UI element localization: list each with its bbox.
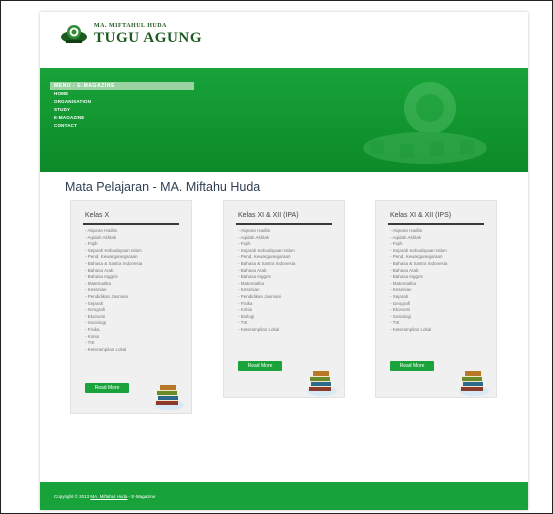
subject-item: - Kesenian [85, 287, 107, 293]
subject-card-kelas-x: Kelas X - Alquran Hadits - Aqidah Akhlak -… [70, 200, 192, 414]
subject-item: - Pendidikan Jasmani [238, 293, 282, 299]
card-divider [388, 223, 484, 225]
card-heading: Kelas XI & XII (IPA) [238, 212, 299, 219]
books-stack-icon [307, 371, 337, 396]
main-menu: MENU - E-MAGAZINE HOME ORGANISATION STUD… [50, 82, 194, 130]
subject-card-kelas-xi-xii-ipa: Kelas XI & XII (IPA) - Alquran Hadits - A… [223, 200, 345, 398]
subject-item: - Biologi [238, 313, 255, 319]
subject-item: - Fisika [85, 326, 100, 332]
school-emblem-watermark [363, 82, 487, 164]
page-title: Mata Pelajaran - MA. Miftahu Huda [65, 180, 261, 194]
subject-item: - Pend. Kewarganegaraan [390, 254, 443, 260]
subject-item: - Sejarah Kebudayaan Islam [390, 247, 447, 253]
subject-item: - Alquran Hadits [238, 228, 271, 233]
menu-item-study[interactable]: STUDY [50, 106, 194, 114]
card-divider [83, 223, 179, 225]
books-stack-icon [154, 385, 184, 410]
subject-item: - Aqidah Akhlak [238, 234, 270, 240]
subject-item: - Matematika [390, 280, 417, 286]
read-more-button[interactable]: Read More [238, 361, 282, 371]
subject-list: - Alquran Hadits - Aqidah Akhlak - Fiqih - … [85, 228, 142, 353]
subject-list: - Alquran Hadits - Aqidah Akhlak - Fiqih - … [238, 228, 295, 334]
subject-item: - Matematika [238, 280, 265, 286]
subject-item: - Sejarah [85, 300, 104, 306]
subject-item: - Bahasa Inggris [85, 274, 118, 280]
subject-item: - Geografi [390, 300, 411, 306]
subject-item: - Bahasa & Sastra Indonesia [390, 260, 448, 266]
footer-site-link[interactable]: MA. Miftahul Huda [90, 494, 127, 499]
subject-item: - Bahasa Arab [85, 267, 114, 273]
footer-suffix: - E-Magazine [128, 494, 156, 499]
subject-item: - Kesenian [390, 287, 412, 293]
card-heading: Kelas X [85, 212, 110, 219]
subject-item: - Aqidah Akhlak [390, 234, 422, 240]
subject-list: - Alquran Hadits - Aqidah Akhlak - Fiqih - … [390, 228, 447, 334]
subject-item: - Bahasa & Sastra Indonesia [85, 260, 143, 266]
subject-item: - Aqidah Akhlak [85, 234, 117, 240]
subject-item: - Sejarah Kebudayaan Islam [238, 247, 295, 253]
footer-text: Copyright © 2013 MA. Miftahul Huda - E-M… [54, 494, 155, 499]
subject-item: - Pend. Kewarganegaraan [238, 254, 291, 260]
menu-item-organisation[interactable]: ORGANISATION [50, 98, 194, 106]
subject-card-kelas-xi-xii-ips: Kelas XI & XII (IPS) - Alquran Hadits - A… [375, 200, 497, 398]
subject-item: - Kimia [85, 333, 100, 339]
read-more-button[interactable]: Read More [85, 383, 129, 393]
subject-item: - Fiqih [85, 241, 98, 247]
school-emblem-icon [61, 25, 87, 43]
header-banner: MENU - E-MAGAZINE HOME ORGANISATION STUD… [40, 68, 528, 172]
subject-item: - Ekonomi [85, 313, 106, 319]
subject-item: - TIK [390, 320, 400, 326]
copyright-text: Copyright © 2013 [54, 494, 90, 499]
books-stack-icon [459, 371, 489, 396]
page-container: MA. MIFTAHUL HUDA TUGU AGUNG MENU - E-MA… [40, 12, 528, 510]
subject-item: - Bahasa Inggris [390, 274, 423, 280]
subject-item: - Alquran Hadits [390, 228, 423, 233]
logo-line-1: MA. MIFTAHUL HUDA [94, 22, 167, 29]
card-heading: Kelas XI & XII (IPS) [390, 212, 452, 219]
subject-item: - Bahasa Arab [238, 267, 267, 273]
subject-item: - Keterampilan Lokal [85, 346, 127, 352]
page-footer: Copyright © 2013 MA. Miftahul Huda - E-M… [40, 482, 528, 510]
subject-item: - TIK [85, 340, 95, 346]
menu-item-e-magazine[interactable]: E-MAGAZINE [50, 114, 194, 122]
subject-item: - Geografi [85, 307, 106, 313]
menu-item-contact[interactable]: CONTACT [50, 122, 194, 130]
site-logo[interactable]: MA. MIFTAHUL HUDA TUGU AGUNG [60, 22, 202, 46]
subject-item: - Fiqih [238, 241, 251, 247]
subject-item: - Sosiologi [390, 313, 412, 319]
subject-item: - Fiqih [390, 241, 403, 247]
subject-item: - Fisika [238, 300, 253, 306]
subject-item: - Pend. Kewarganegaraan [85, 254, 138, 260]
subject-item: - Bahasa Inggris [238, 274, 271, 280]
menu-item-home[interactable]: HOME [50, 90, 194, 98]
subject-item: - Keterampilan Lokal [390, 326, 432, 332]
subject-item: - Kesenian [238, 287, 260, 293]
logo-text: MA. MIFTAHUL HUDA TUGU AGUNG [94, 23, 202, 46]
subject-item: - Bahasa Arab [390, 267, 419, 273]
subject-item: - Matematika [85, 280, 112, 286]
subject-item: - Sejarah Kebudayaan Islam [85, 247, 142, 253]
menu-heading: MENU - E-MAGAZINE [50, 82, 194, 90]
subject-item: - Pendidikan Jasmani [85, 293, 129, 299]
subject-item: - Kimia [238, 307, 253, 313]
subject-item: - Sosiologi [85, 320, 107, 326]
subject-item: - Alquran Hadits [85, 228, 118, 233]
logo-line-2: TUGU AGUNG [94, 29, 203, 46]
subject-item: - Bahasa & Sastra Indonesia [238, 260, 296, 266]
subject-item: - Ekonomi [390, 307, 411, 313]
subject-item: - Keterampilan Lokal [238, 326, 280, 332]
card-divider [236, 223, 332, 225]
read-more-button[interactable]: Read More [390, 361, 434, 371]
subject-item: - TIK [238, 320, 248, 326]
subject-item: - Sejarah [390, 293, 409, 299]
